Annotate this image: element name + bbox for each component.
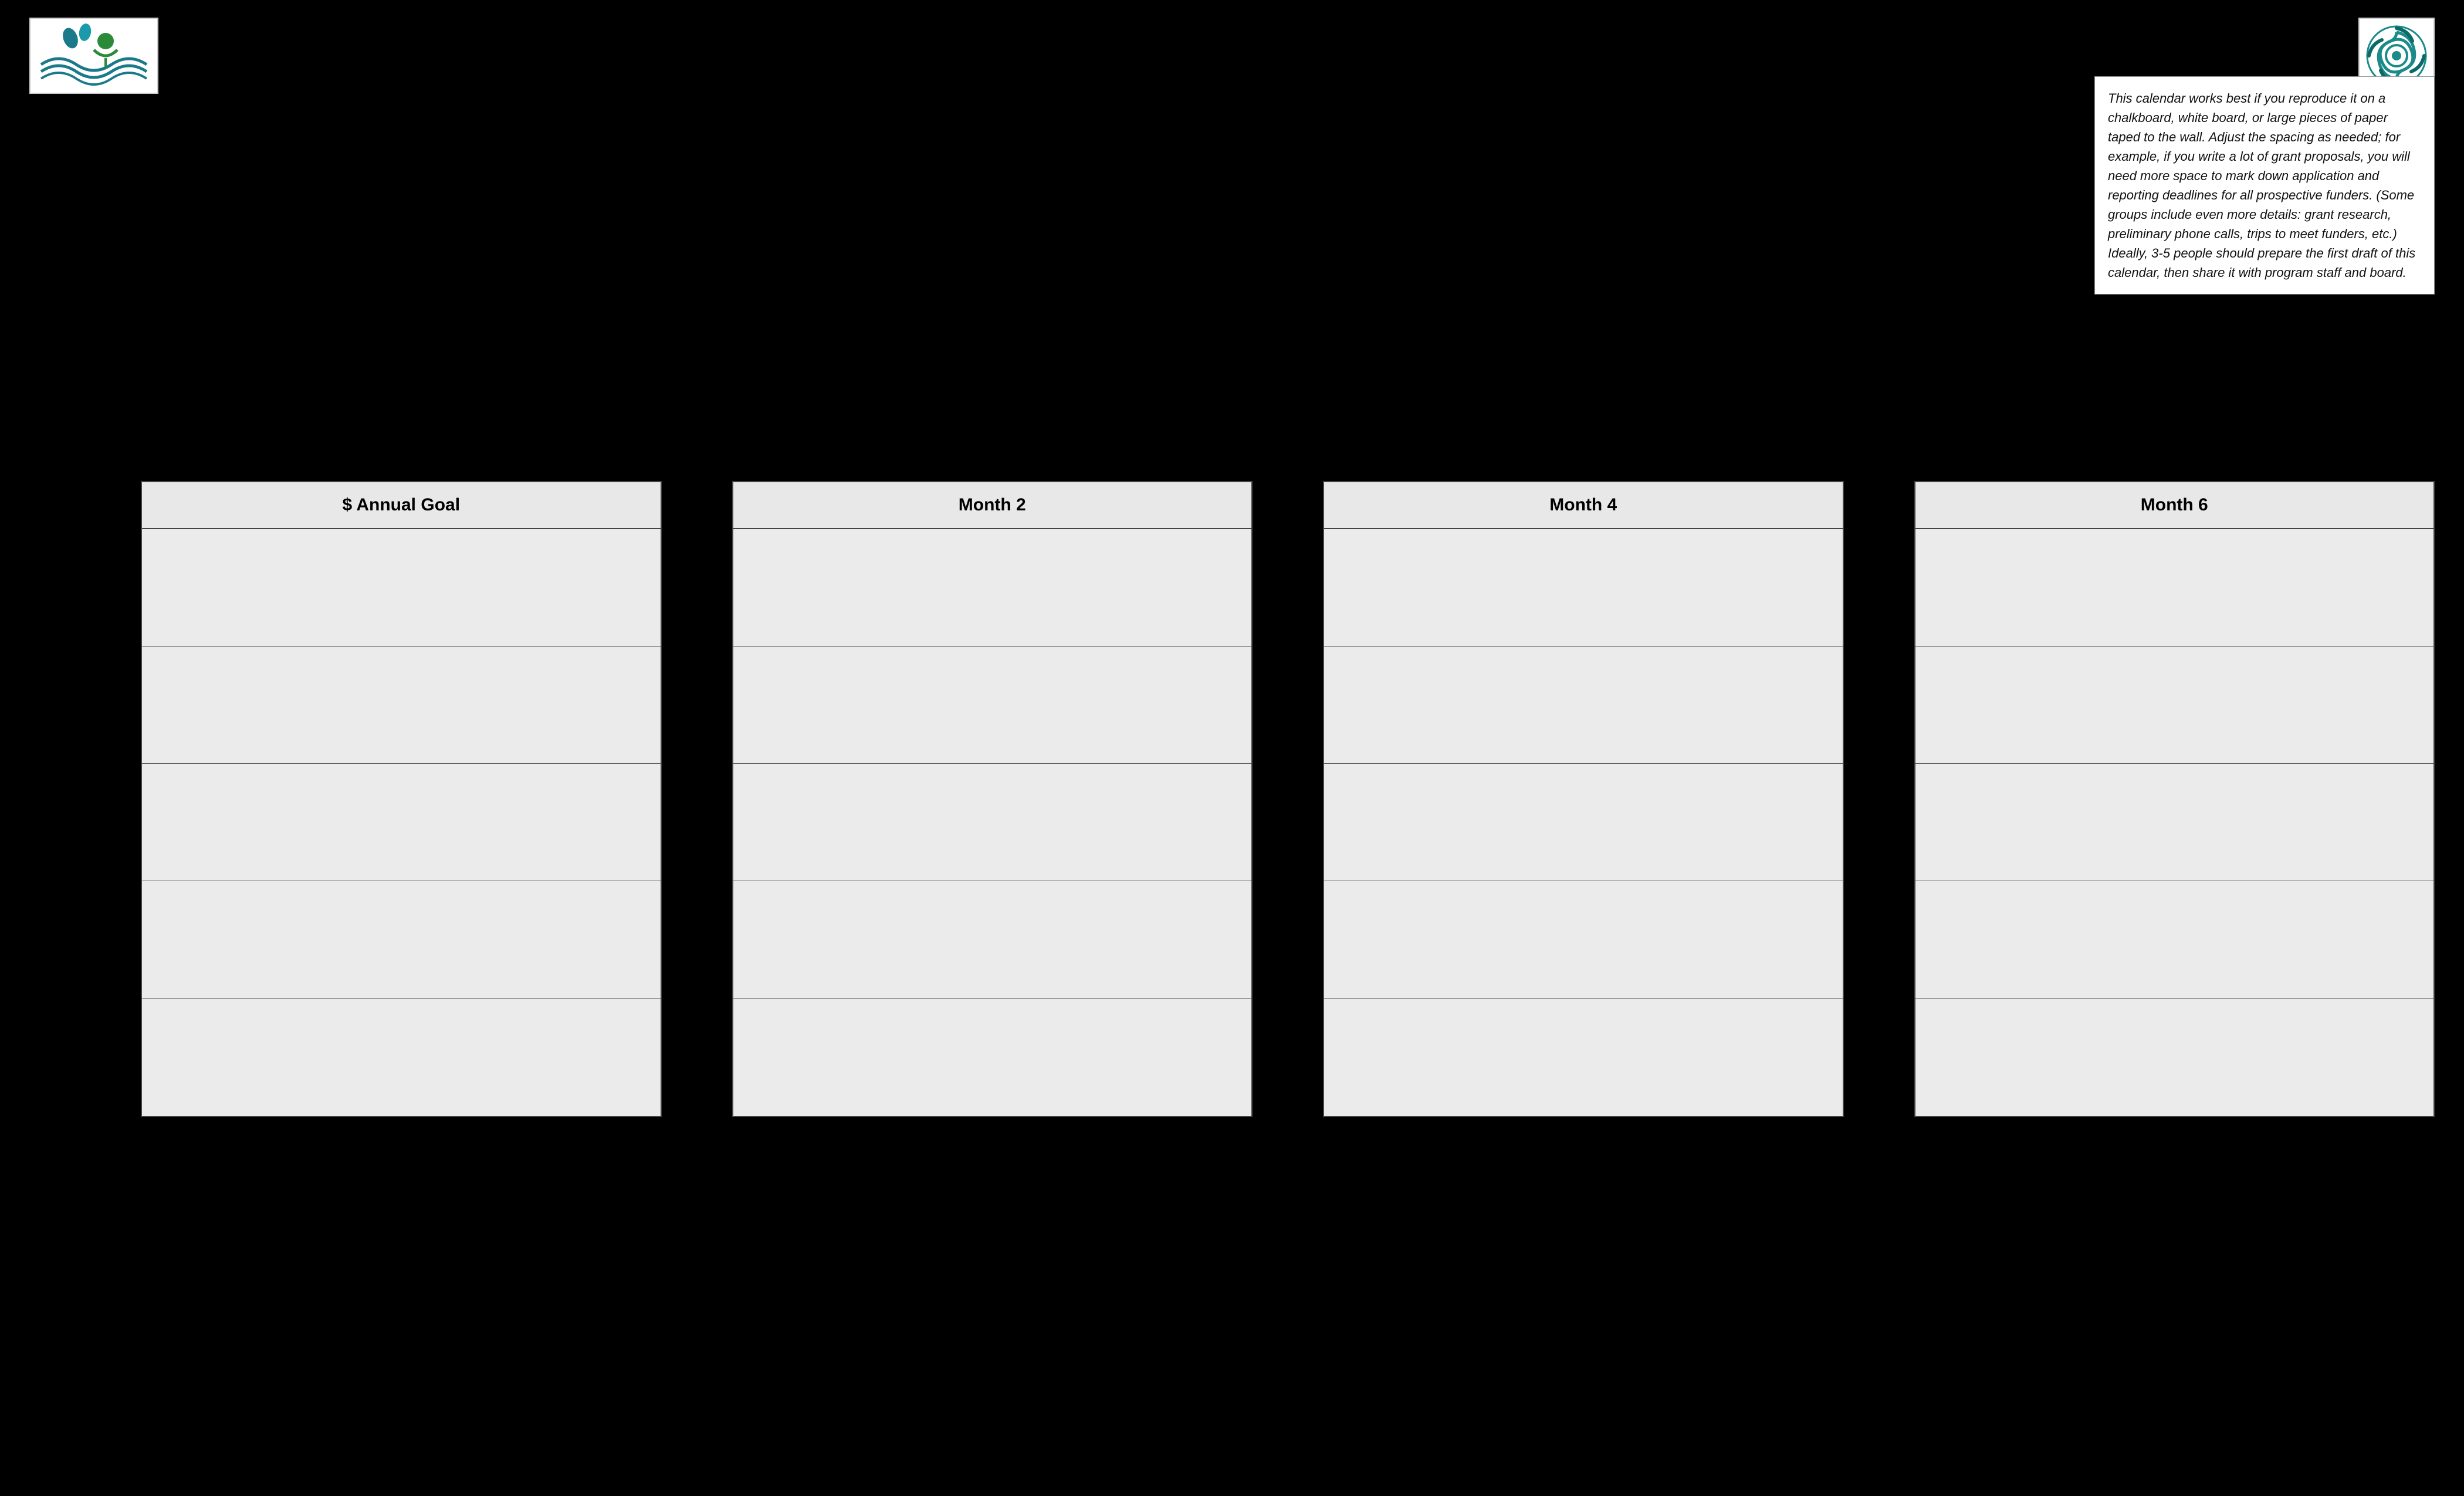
table-row — [142, 764, 661, 881]
table-row — [733, 881, 1252, 999]
main-grid: $ Annual Goal Month 2 Month 4 Month 6 — [141, 481, 2435, 1117]
column-annual-goal: $ Annual Goal — [141, 481, 662, 1117]
table-row — [1324, 647, 1843, 764]
column-month2: Month 2 — [732, 481, 1253, 1117]
column-month4: Month 4 — [1323, 481, 1844, 1117]
table-row — [1324, 999, 1843, 1116]
info-text: This calendar works best if you reproduc… — [2108, 89, 2421, 282]
table-row — [142, 881, 661, 999]
info-box: This calendar works best if you reproduc… — [2094, 76, 2435, 295]
table-row — [733, 764, 1252, 881]
column-month6: Month 6 — [1914, 481, 2435, 1117]
table-row — [142, 647, 661, 764]
table-row — [142, 529, 661, 647]
column-header-month2: Month 2 — [733, 482, 1252, 529]
table-row — [1915, 999, 2434, 1116]
table-row — [733, 999, 1252, 1116]
table-row — [733, 647, 1252, 764]
table-row — [1324, 764, 1843, 881]
table-row — [142, 999, 661, 1116]
column-header-month4: Month 4 — [1324, 482, 1843, 529]
column-header-month6: Month 6 — [1915, 482, 2434, 529]
table-row — [1915, 647, 2434, 764]
column-header-annual-goal: $ Annual Goal — [142, 482, 661, 529]
table-row — [1915, 529, 2434, 647]
table-row — [1915, 764, 2434, 881]
table-row — [733, 529, 1252, 647]
table-row — [1324, 881, 1843, 999]
table-row — [1915, 881, 2434, 999]
table-row — [1324, 529, 1843, 647]
logo-left — [29, 18, 158, 94]
